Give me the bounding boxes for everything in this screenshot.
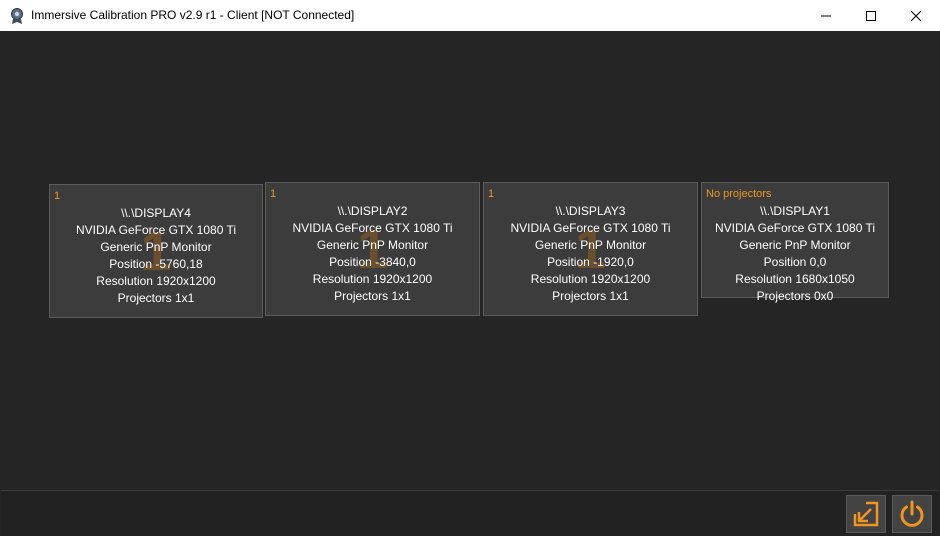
maximize-button[interactable] xyxy=(848,0,894,31)
display-projectors: Projectors 1x1 xyxy=(334,289,411,303)
display-projectors: Projectors 0x0 xyxy=(756,289,834,303)
display-position: Position -1920,0 xyxy=(547,255,634,269)
display-tag: 1 xyxy=(54,190,61,202)
minimize-button[interactable] xyxy=(803,0,849,31)
minimize-to-tray-button[interactable] xyxy=(846,495,886,533)
display-card-display2[interactable]: 1 1 \\.\DISPLAY2 NVIDIA GeForce GTX 1080… xyxy=(265,182,480,316)
display-position: Position -5760,18 xyxy=(109,257,203,271)
display-tag: 1 xyxy=(270,188,277,200)
title-bar: Immersive Calibration PRO v2.9 r1 - Clie… xyxy=(0,0,940,31)
display-resolution: Resolution 1680x1050 xyxy=(735,272,855,286)
display-name: \\.\DISPLAY2 xyxy=(337,204,408,218)
display-card-display3[interactable]: 1 1 \\.\DISPLAY3 NVIDIA GeForce GTX 1080… xyxy=(483,182,698,316)
display-tag: 1 xyxy=(488,188,495,200)
display-projectors: Projectors 1x1 xyxy=(117,291,195,305)
display-layout-area: 1 1 \\.\DISPLAY4 NVIDIA GeForce GTX 1080… xyxy=(1,31,939,490)
display-name: \\.\DISPLAY1 xyxy=(760,204,830,218)
display-gpu: NVIDIA GeForce GTX 1080 Ti xyxy=(510,221,671,235)
display-projectors: Projectors 1x1 xyxy=(552,289,629,303)
display-position: Position -3840,0 xyxy=(329,255,416,269)
power-button[interactable] xyxy=(892,495,932,533)
display-name: \\.\DISPLAY4 xyxy=(121,206,191,220)
display-resolution: Resolution 1920x1200 xyxy=(96,274,216,288)
close-icon xyxy=(911,10,921,21)
minimize-icon xyxy=(821,15,831,16)
display-card-display1[interactable]: No projectors \\.\DISPLAY1 NVIDIA GeForc… xyxy=(701,182,889,303)
maximize-icon xyxy=(866,10,876,21)
display-resolution: Resolution 1920x1200 xyxy=(312,272,433,286)
display-monitor: Generic PnP Monitor xyxy=(316,238,429,252)
close-button[interactable] xyxy=(893,0,939,31)
no-projectors-tag: No projectors xyxy=(706,188,772,200)
display-monitor: Generic PnP Monitor xyxy=(534,238,647,252)
display-position: Position 0,0 xyxy=(763,255,827,269)
window-title: Immersive Calibration PRO v2.9 r1 - Clie… xyxy=(31,8,355,22)
display-gpu: NVIDIA GeForce GTX 1080 Ti xyxy=(292,221,453,235)
bottom-toolbar xyxy=(1,490,939,536)
power-icon xyxy=(900,500,924,527)
display-name: \\.\DISPLAY3 xyxy=(555,204,626,218)
display-gpu: NVIDIA GeForce GTX 1080 Ti xyxy=(75,223,237,237)
display-monitor: Generic PnP Monitor xyxy=(739,238,851,252)
display-resolution: Resolution 1920x1200 xyxy=(530,272,651,286)
display-card-display4[interactable]: 1 1 \\.\DISPLAY4 NVIDIA GeForce GTX 1080… xyxy=(49,184,263,318)
display-monitor: Generic PnP Monitor xyxy=(100,240,212,254)
display-gpu: NVIDIA GeForce GTX 1080 Ti xyxy=(714,221,876,235)
minimize-to-tray-icon xyxy=(853,501,879,527)
app-logo-icon xyxy=(11,8,23,24)
